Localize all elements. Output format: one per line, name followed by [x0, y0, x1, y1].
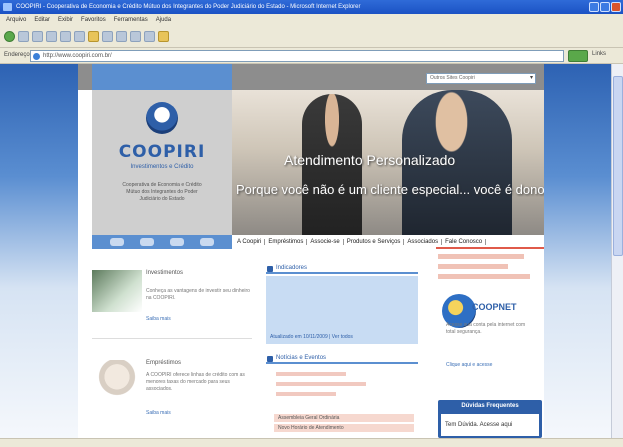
window-titlebar: COOPIRI - Cooperativa de Economia e Créd… [0, 0, 623, 14]
menu-file[interactable]: Arquivo [6, 14, 26, 26]
logo-description: Cooperativa de Economia e Crédito Mútuo … [122, 182, 202, 202]
coopnet-link[interactable]: Clique aqui e acesse [446, 362, 492, 368]
messenger-icon[interactable] [158, 31, 169, 42]
menu-favorites[interactable]: Favoritos [81, 14, 106, 26]
news-item[interactable]: Investimentos Conheça as vantagens de in… [92, 254, 252, 334]
menu-bar: Arquivo Editar Exibir Favoritos Ferramen… [0, 14, 623, 26]
ie-app-icon [3, 3, 12, 11]
address-url: http://www.coopiri.com.br/ [43, 53, 112, 59]
news-thumbnail [92, 360, 142, 402]
news-link[interactable]: Saiba mais [146, 410, 171, 416]
back-icon[interactable] [4, 31, 15, 42]
sites-dropdown[interactable]: Outros Sites Coopiri [426, 73, 536, 84]
logo-name: COOPIRI [118, 142, 206, 162]
browser-viewport: Outros Sites Coopiri COOPIRI Investiment… [0, 64, 623, 438]
link-bar[interactable] [438, 264, 508, 269]
nav-item-associe-se[interactable]: Associe-se [307, 239, 344, 245]
address-input[interactable]: http://www.coopiri.com.br/ [30, 50, 564, 62]
nav-item-produtos[interactable]: Produtos e Serviços [344, 239, 405, 245]
page-background-left [0, 64, 78, 438]
map-nav-icon[interactable] [140, 238, 154, 246]
nav-item-fale-conosco[interactable]: Fale Conosco [442, 239, 487, 245]
menu-help[interactable]: Ajuda [156, 14, 171, 26]
banner-title: Atendimento Personalizado [284, 152, 456, 168]
indicators-bullet-icon [267, 266, 273, 272]
nav-active-indicator [436, 247, 544, 249]
faq-title: Dúvidas Frequentes [461, 403, 519, 409]
faq-box[interactable]: Dúvidas Frequentes Tem Dúvida. Acesse aq… [438, 400, 542, 438]
news-title: Investimentos [146, 270, 184, 276]
nav-item-associados[interactable]: Associados [404, 239, 443, 245]
vertical-scrollbar[interactable] [611, 64, 623, 438]
faq-body[interactable]: Tem Dúvida. Acesse aqui [441, 414, 539, 436]
status-bar [0, 438, 623, 447]
window-title: COOPIRI - Cooperativa de Economia e Créd… [16, 4, 361, 10]
logo-subtitle: Investimentos e Crédito [130, 164, 194, 170]
right-column: COOPNET Acesse sua conta pela internet c… [434, 250, 544, 438]
search-icon[interactable] [74, 31, 85, 42]
scrollbar-thumb[interactable] [613, 76, 623, 256]
news-title: Empréstimos [146, 360, 182, 366]
home-nav-icon[interactable] [110, 238, 124, 246]
news-text: A COOPIRI oferece linhas de crédito com … [146, 372, 245, 392]
news-column: Investimentos Conheça as vantagens de in… [92, 254, 252, 438]
history-icon[interactable] [102, 31, 113, 42]
event-line [276, 372, 346, 376]
page-background-right [544, 64, 611, 438]
site-top-accent [92, 64, 232, 90]
event-row[interactable]: Assembleia Geral Ordinária [274, 414, 414, 422]
menu-view[interactable]: Exibir [58, 14, 73, 26]
maximize-button[interactable] [600, 2, 610, 12]
go-button[interactable] [568, 50, 588, 62]
event-line [276, 382, 366, 386]
site-page: Outros Sites Coopiri COOPIRI Investiment… [78, 64, 544, 438]
coopnet-name[interactable]: COOPNET [472, 302, 517, 312]
link-bar[interactable] [438, 254, 524, 259]
favorites-icon[interactable] [88, 31, 99, 42]
edit-icon[interactable] [144, 31, 155, 42]
page-icon [33, 53, 40, 60]
stop-icon[interactable] [32, 31, 43, 42]
news-events-header: Notícias e Eventos [266, 354, 418, 364]
logo-panel[interactable]: COOPIRI Investimentos e Crédito Cooperat… [92, 90, 232, 235]
news-thumbnail [92, 270, 142, 312]
news-events-bullet-icon [267, 356, 273, 362]
address-label: Endereço [4, 52, 30, 58]
indicators-title: Indicadores [276, 265, 308, 271]
event-line [276, 392, 336, 396]
link-bar[interactable] [438, 274, 530, 279]
nav-item-a-coopiri[interactable]: A Coopiri [234, 239, 266, 245]
news-item[interactable]: Empréstimos A COOPIRI oferece linhas de … [92, 344, 252, 424]
news-events-title: Notícias e Eventos [276, 355, 327, 361]
hero-banner: Atendimento Personalizado Porque você nã… [232, 90, 544, 235]
news-divider [92, 338, 252, 339]
indicators-header: Indicadores [266, 264, 418, 274]
print-icon[interactable] [130, 31, 141, 42]
news-link[interactable]: Saiba mais [146, 316, 171, 322]
home-icon[interactable] [60, 31, 71, 42]
address-bar: Endereço http://www.coopiri.com.br/ Link… [0, 48, 623, 64]
window-controls [589, 2, 621, 12]
search-nav-icon[interactable] [200, 238, 214, 246]
nav-item-emprestimos[interactable]: Empréstimos [265, 239, 308, 245]
middle-column: Indicadores Atualizado em 10/11/2009 | V… [266, 264, 418, 438]
refresh-icon[interactable] [46, 31, 57, 42]
nav-icon-strip [92, 235, 232, 249]
links-button[interactable]: Links [592, 51, 606, 57]
indicators-footer[interactable]: Atualizado em 10/11/2009 | Ver todos [270, 334, 353, 340]
mail-icon[interactable] [116, 31, 127, 42]
contact-nav-icon[interactable] [170, 238, 184, 246]
menu-tools[interactable]: Ferramentas [114, 14, 148, 26]
news-text: Conheça as vantagens de investir seu din… [146, 288, 250, 301]
close-button[interactable] [611, 2, 621, 12]
browser-toolbar [0, 26, 623, 48]
coopnet-description: Acesse sua conta pela internet com total… [446, 322, 526, 335]
minimize-button[interactable] [589, 2, 599, 12]
main-navigation: A Coopiri Empréstimos Associe-se Produto… [92, 235, 544, 249]
coopiri-logo-icon [146, 102, 178, 134]
forward-icon[interactable] [18, 31, 29, 42]
event-row[interactable]: Novo Horário de Atendimento [274, 424, 414, 432]
menu-edit[interactable]: Editar [34, 14, 50, 26]
banner-subtitle: Porque você não é um cliente especial...… [236, 182, 544, 197]
